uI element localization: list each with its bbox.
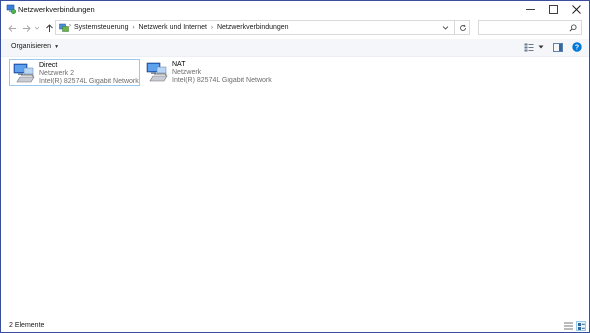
maximize-button[interactable] bbox=[542, 1, 565, 18]
connection-network: Netzwerk bbox=[172, 69, 202, 76]
network-adapter-icon bbox=[13, 63, 35, 83]
breadcrumb-separator-icon[interactable]: › bbox=[132, 25, 134, 31]
refresh-icon bbox=[459, 24, 466, 31]
connection-item-nat[interactable]: NAT Netzwerk Intel(R) 82574L Gigabit Net… bbox=[143, 59, 274, 86]
breadcrumb: Systemsteuerung › Netzwerk und Internet … bbox=[74, 24, 289, 31]
connection-item-direct[interactable]: Direct Netzwerk 2 Intel(R) 82574L Gigabi… bbox=[9, 59, 140, 86]
connection-device: Intel(R) 82574L Gigabit Network C... bbox=[39, 78, 140, 85]
command-bar: Organisieren ▼ ? bbox=[1, 39, 589, 57]
svg-text:?: ? bbox=[575, 45, 579, 52]
address-row: › Systemsteuerung › Netzwerk und Interne… bbox=[1, 18, 589, 39]
arrow-left-icon bbox=[7, 24, 16, 32]
breadcrumb-netzwerkverbindungen[interactable]: Netzwerkverbindungen bbox=[217, 24, 289, 31]
arrow-right-icon bbox=[22, 24, 31, 32]
address-bar[interactable]: › Systemsteuerung › Netzwerk und Interne… bbox=[55, 20, 470, 35]
control-panel-icon bbox=[59, 23, 69, 32]
breadcrumb-systemsteuerung[interactable]: Systemsteuerung bbox=[74, 24, 128, 31]
preview-pane-button[interactable] bbox=[553, 43, 563, 54]
back-button[interactable] bbox=[6, 22, 18, 34]
connection-name: NAT bbox=[172, 61, 186, 68]
search-input[interactable] bbox=[478, 20, 582, 35]
close-icon bbox=[572, 5, 581, 14]
tiles-view-button[interactable] bbox=[576, 321, 586, 331]
close-button[interactable] bbox=[565, 1, 588, 18]
title-bar[interactable]: Netzwerkverbindungen bbox=[1, 1, 589, 18]
network-adapter-icon bbox=[146, 62, 168, 82]
details-view-icon bbox=[564, 322, 573, 330]
preview-pane-icon bbox=[553, 43, 563, 52]
refresh-button[interactable] bbox=[454, 20, 470, 35]
breadcrumb-root-chevron-icon[interactable]: › bbox=[69, 23, 71, 29]
details-view-button[interactable] bbox=[564, 322, 573, 332]
window-title: Netzwerkverbindungen bbox=[18, 5, 95, 14]
forward-button[interactable] bbox=[20, 22, 32, 34]
search-icon bbox=[569, 24, 577, 32]
breadcrumb-netzwerk-und-internet[interactable]: Netzwerk und Internet bbox=[138, 24, 206, 31]
chevron-down-icon bbox=[538, 45, 544, 49]
connection-network: Netzwerk 2 bbox=[39, 70, 75, 77]
minimize-icon bbox=[526, 9, 535, 10]
organize-button[interactable]: Organisieren ▼ bbox=[11, 43, 59, 50]
dropdown-arrow-icon: ▼ bbox=[54, 43, 60, 50]
up-button[interactable] bbox=[43, 22, 55, 34]
maximize-icon bbox=[549, 5, 558, 14]
item-count: 2 Elemente bbox=[9, 322, 45, 329]
organize-label: Organisieren bbox=[11, 43, 52, 50]
help-button[interactable]: ? bbox=[572, 42, 582, 54]
status-bar: 2 Elemente bbox=[1, 319, 589, 333]
minimize-button[interactable] bbox=[519, 1, 542, 18]
network-connections-icon bbox=[6, 4, 16, 14]
change-view-button[interactable] bbox=[524, 43, 534, 54]
chevron-down-icon bbox=[442, 26, 449, 30]
arrow-up-icon bbox=[45, 23, 53, 32]
help-icon: ? bbox=[572, 42, 582, 52]
connections-list: Direct Netzwerk 2 Intel(R) 82574L Gigabi… bbox=[1, 57, 589, 319]
connection-name: Direct bbox=[39, 62, 58, 69]
chevron-down-icon bbox=[34, 26, 40, 30]
breadcrumb-separator-icon[interactable]: › bbox=[211, 25, 213, 31]
view-options-icon bbox=[524, 43, 534, 52]
connection-device: Intel(R) 82574L Gigabit Network C... bbox=[172, 77, 273, 84]
view-dropdown-button[interactable] bbox=[538, 44, 544, 52]
explorer-window: Netzwerkverbindungen › Systemsteuerung ›… bbox=[0, 0, 590, 333]
recent-locations-button[interactable] bbox=[33, 22, 41, 34]
tiles-view-icon bbox=[578, 323, 585, 330]
address-history-button[interactable] bbox=[442, 24, 449, 33]
